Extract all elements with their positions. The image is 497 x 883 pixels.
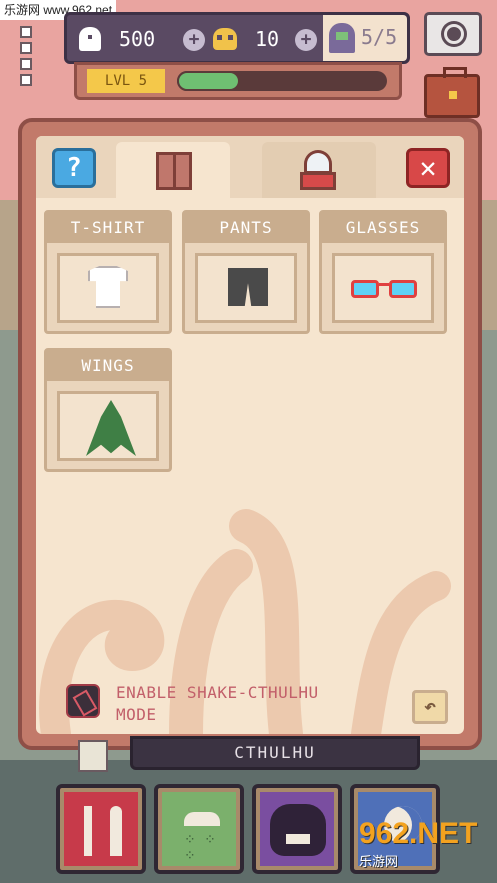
help-button[interactable]: ?	[52, 148, 96, 188]
menu-icon[interactable]	[20, 26, 36, 88]
tab-wardrobe[interactable]	[116, 142, 230, 198]
level-bar: LVL 5	[74, 62, 402, 100]
xp-progress-fill	[177, 71, 240, 91]
watermark-logo-text: 962.NET	[359, 817, 478, 850]
item-slot	[332, 253, 434, 323]
item-slot	[57, 391, 159, 461]
tab-row: ? ✕	[36, 136, 464, 198]
item-card-wings[interactable]: WINGS	[44, 348, 172, 472]
shower-icon	[184, 812, 220, 826]
shake-cthulhu-label: ENABLE SHAKE-CTHULHU MODE	[116, 683, 319, 724]
cultist-icon	[329, 23, 355, 53]
resource-bar: 500 + 10 + 5/5	[64, 12, 410, 64]
tab-gacha[interactable]	[262, 142, 376, 198]
item-card-pants[interactable]: PANTS	[182, 210, 310, 334]
item-label: GLASSES	[322, 213, 444, 243]
undo-button[interactable]: ↶	[412, 690, 448, 724]
monster-face-icon	[270, 804, 326, 856]
add-ghosts-button[interactable]: +	[183, 29, 205, 51]
wardrobe-panel: ? ✕ T-SHIRT PANTS GLASSES WINGS ENABLE S…	[18, 118, 482, 750]
watermark-logo-sub: 乐游网	[359, 854, 399, 869]
pants-icon	[228, 268, 268, 306]
wings-icon	[86, 400, 136, 456]
ghost-counter: 500	[79, 25, 155, 53]
wardrobe-panel-body: ? ✕ T-SHIRT PANTS GLASSES WINGS ENABLE S…	[36, 136, 464, 734]
cultist-count: 5/5	[361, 25, 398, 49]
skull-counter: 10	[213, 25, 279, 53]
wardrobe-icon	[156, 152, 192, 190]
shake-cthulhu-toggle[interactable]	[66, 684, 100, 718]
item-slot	[57, 253, 159, 323]
xp-progress-track	[177, 71, 387, 91]
skull-icon	[213, 28, 237, 50]
small-sign	[78, 740, 108, 772]
shower-button[interactable]: ⁘ ⁘ ⁘	[154, 784, 244, 874]
briefcase-icon[interactable]	[424, 67, 480, 118]
ghost-count: 500	[119, 27, 156, 51]
close-button[interactable]: ✕	[406, 148, 450, 188]
item-label: PANTS	[185, 213, 307, 243]
camera-button[interactable]	[424, 12, 482, 56]
level-label: LVL 5	[87, 69, 165, 93]
item-slot	[195, 253, 297, 323]
camera-icon	[444, 24, 464, 44]
fork-knife-icon	[84, 806, 92, 856]
play-button[interactable]	[252, 784, 342, 874]
item-label: WINGS	[47, 351, 169, 381]
item-card-glasses[interactable]: GLASSES	[319, 210, 447, 334]
name-plate: CTHULHU	[130, 736, 420, 770]
ghost-icon	[79, 27, 101, 51]
item-label: T-SHIRT	[47, 213, 169, 243]
cultist-counter[interactable]: 5/5	[323, 15, 407, 61]
gacha-machine-icon	[300, 150, 336, 190]
watermark-logo: 962.NET 乐游网	[359, 817, 491, 873]
skull-count: 10	[255, 27, 280, 51]
feed-button[interactable]	[56, 784, 146, 874]
tshirt-icon	[88, 266, 128, 308]
add-skulls-button[interactable]: +	[295, 29, 317, 51]
glasses-icon	[351, 278, 419, 302]
item-card-tshirt[interactable]: T-SHIRT	[44, 210, 172, 334]
